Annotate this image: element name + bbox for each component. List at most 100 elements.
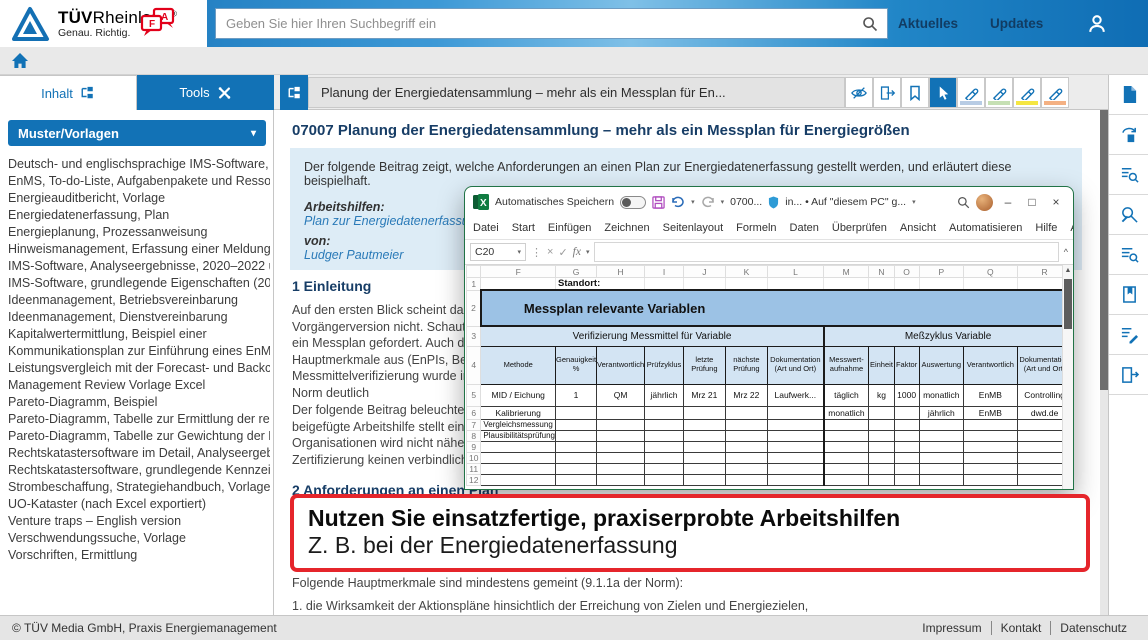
excel-cell[interactable]: nächste Prüfung [725, 346, 767, 384]
document-list-item[interactable]: Kapitalwertermittlung, Beispiel einer [8, 326, 270, 343]
excel-cell[interactable]: täglich [824, 384, 869, 406]
excel-cell[interactable]: L [767, 266, 823, 278]
toc-toggle-button[interactable] [280, 75, 308, 110]
bookmark-document-button[interactable] [1109, 275, 1148, 315]
undo-dropdown-icon[interactable]: ▾ [691, 198, 695, 206]
select-cursor-button[interactable] [929, 77, 957, 108]
formula-input[interactable] [594, 242, 1058, 262]
excel-cell[interactable]: Standort: [556, 278, 645, 291]
excel-cell[interactable]: I [645, 266, 684, 278]
excel-menu-item[interactable]: Ansicht [900, 222, 936, 234]
excel-cell[interactable] [894, 452, 919, 463]
excel-cell[interactable]: letzte Prüfung [683, 346, 725, 384]
excel-cell[interactable] [683, 406, 725, 419]
excel-cell[interactable]: Laufwerk... [767, 384, 823, 406]
excel-cell[interactable]: N [869, 266, 894, 278]
highlighter-blue-button[interactable] [957, 77, 985, 108]
header-nav-link[interactable]: Updates [990, 16, 1043, 31]
formula-cancel-icon[interactable]: × [547, 246, 553, 258]
excel-cell[interactable]: 2 [467, 290, 481, 326]
document-list-item[interactable]: Management Review Vorlage Excel [8, 377, 270, 394]
excel-cell[interactable] [645, 406, 684, 419]
excel-cell[interactable] [556, 419, 597, 430]
excel-cell[interactable] [869, 474, 894, 485]
redo-icon[interactable] [701, 196, 715, 208]
excel-cell[interactable] [481, 278, 556, 291]
excel-cell[interactable] [556, 452, 597, 463]
search-input[interactable] [216, 16, 853, 31]
excel-cell[interactable]: M [824, 266, 869, 278]
excel-cell[interactable] [725, 419, 767, 430]
excel-cell[interactable]: 8 [467, 430, 481, 441]
list-edit-button[interactable] [1109, 315, 1148, 355]
undo-icon[interactable] [671, 196, 685, 208]
content-scrollbar-thumb[interactable] [1100, 110, 1108, 390]
excel-menu-item[interactable]: Überprüfen [832, 222, 887, 234]
excel-menu-item[interactable]: Automatisieren [949, 222, 1022, 234]
excel-menu-item[interactable]: Daten [790, 222, 819, 234]
highlighter-yellow-button[interactable] [1013, 77, 1041, 108]
excel-cell[interactable] [824, 452, 869, 463]
excel-menu-item[interactable]: Formeln [736, 222, 776, 234]
document-list-item[interactable]: Verschwendungssuche, Vorlage [8, 530, 270, 547]
excel-scrollbar-thumb[interactable] [1064, 279, 1072, 329]
excel-cell[interactable] [824, 419, 869, 430]
excel-cell[interactable] [767, 452, 823, 463]
excel-cell[interactable] [725, 463, 767, 474]
excel-cell[interactable]: Verifizierung Messmittel für Variable [481, 326, 824, 346]
excel-cell[interactable]: Kalibrierung [481, 406, 556, 419]
excel-cell[interactable] [597, 406, 645, 419]
excel-cell[interactable] [919, 474, 963, 485]
excel-cell[interactable] [683, 452, 725, 463]
excel-cell[interactable] [869, 278, 894, 291]
excel-cell[interactable] [725, 474, 767, 485]
excel-cell[interactable] [964, 278, 1018, 291]
excel-cell[interactable] [894, 419, 919, 430]
excel-cell[interactable]: 12 [467, 474, 481, 485]
excel-cell[interactable] [683, 441, 725, 452]
excel-cell[interactable]: Verantwortlich [964, 346, 1018, 384]
excel-cell[interactable] [645, 452, 684, 463]
excel-menu-item[interactable]: Acrobat [1070, 222, 1074, 234]
excel-cell[interactable]: Mrz 21 [683, 384, 725, 406]
document-export-button[interactable] [1109, 355, 1148, 395]
document-list-item[interactable]: Energieplanung, Prozessanweisung [8, 224, 270, 241]
tab-tools[interactable]: Tools [137, 75, 274, 110]
excel-cell[interactable]: H [597, 266, 645, 278]
excel-cell[interactable] [683, 430, 725, 441]
excel-cell[interactable]: P [919, 266, 963, 278]
excel-cell[interactable] [467, 266, 481, 278]
excel-cell[interactable]: Verantwortlich [597, 346, 645, 384]
excel-cell[interactable]: O [894, 266, 919, 278]
excel-cell[interactable]: Q [964, 266, 1018, 278]
excel-cell[interactable] [683, 474, 725, 485]
excel-cell[interactable] [556, 441, 597, 452]
title-dropdown-icon[interactable]: ▾ [912, 198, 916, 206]
excel-cell[interactable] [869, 463, 894, 474]
excel-cell[interactable] [869, 452, 894, 463]
excel-cell[interactable] [869, 419, 894, 430]
excel-cell[interactable] [767, 406, 823, 419]
excel-scrollbar[interactable]: ▲ [1062, 265, 1073, 490]
list-search-button[interactable] [1109, 155, 1148, 195]
excel-cell[interactable] [919, 430, 963, 441]
document-view-button[interactable] [1109, 75, 1148, 115]
excel-cell[interactable] [556, 406, 597, 419]
minimize-button[interactable]: – [999, 195, 1017, 209]
excel-cell[interactable]: Genauigkeit % [556, 346, 597, 384]
excel-cell[interactable] [964, 474, 1018, 485]
excel-cell[interactable] [725, 452, 767, 463]
excel-cell[interactable] [767, 278, 823, 291]
formula-bar-collapse-icon[interactable]: ^ [1064, 247, 1068, 257]
excel-cell[interactable] [869, 406, 894, 419]
user-account-icon[interactable] [1082, 9, 1112, 39]
rotate-document-button[interactable] [1109, 115, 1148, 155]
excel-cell[interactable]: Mrz 22 [725, 384, 767, 406]
excel-cell[interactable] [824, 430, 869, 441]
document-list-item[interactable]: IMS-Software, Analyseergebnisse, 2020–20… [8, 258, 270, 275]
excel-cell[interactable]: QM [597, 384, 645, 406]
excel-cell[interactable]: 6 [467, 406, 481, 419]
excel-cell[interactable] [683, 463, 725, 474]
document-tab-title[interactable]: Planung der Energiedatensammlung – mehr … [308, 77, 845, 108]
document-list-item[interactable]: Energieauditbericht, Vorlage [8, 190, 270, 207]
